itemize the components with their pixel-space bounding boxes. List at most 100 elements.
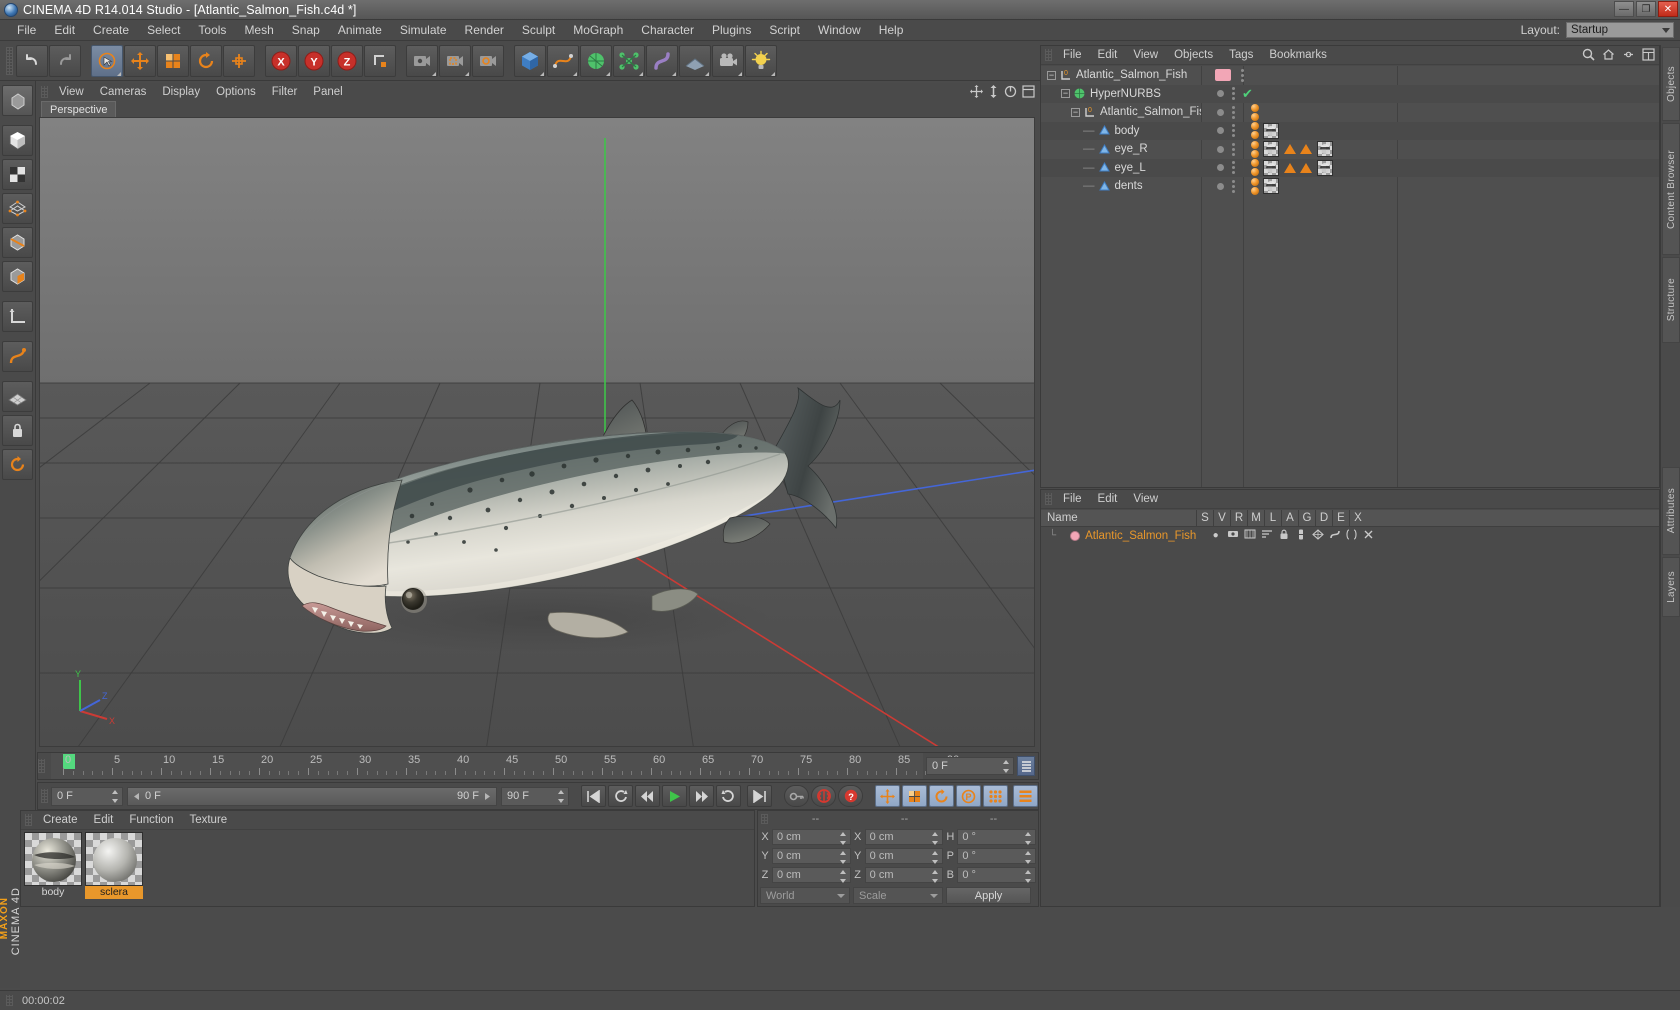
tag-ball-icon[interactable] <box>1251 159 1259 168</box>
layer-col-x[interactable]: X <box>1349 510 1366 526</box>
viewport-menu-cameras[interactable]: Cameras <box>92 85 155 99</box>
add-cube-button[interactable] <box>514 44 546 77</box>
model-mode-button[interactable] <box>2 125 33 156</box>
tag-ball-icon[interactable] <box>1251 186 1259 195</box>
preview-range-slider[interactable]: 0 F 90 F <box>127 786 497 806</box>
coord-input-rotation-h[interactable]: 0 ° <box>957 829 1037 845</box>
viewport-menu-panel[interactable]: Panel <box>305 85 350 99</box>
autokey-button[interactable] <box>811 785 836 807</box>
object-color-swatch[interactable] <box>1215 69 1231 82</box>
viewport-menu-view[interactable]: View <box>51 85 92 99</box>
scale-key-button[interactable] <box>902 785 927 807</box>
apply-button[interactable]: Apply <box>946 887 1031 904</box>
axis-y-button[interactable]: Y <box>298 44 330 77</box>
mm-menu-texture[interactable]: Texture <box>181 813 235 827</box>
coord-input-position-x[interactable]: 0 cm <box>772 829 851 845</box>
move-button[interactable] <box>124 44 156 77</box>
layer-row[interactable]: └ Atlantic_Salmon_Fish ● <box>1041 527 1659 544</box>
rotate-view-icon[interactable] <box>1004 85 1017 98</box>
visibility-dot-icon[interactable] <box>1217 182 1224 190</box>
workplane-grid-button[interactable] <box>2 381 33 412</box>
next-key-button[interactable] <box>716 785 741 807</box>
tag-ball-icon[interactable] <box>1251 112 1259 121</box>
visibility-dot-icon[interactable] <box>1217 90 1224 98</box>
menu-create[interactable]: Create <box>84 21 138 39</box>
layer-col-m[interactable]: M <box>1247 510 1264 526</box>
tag-group[interactable] <box>1251 122 1259 140</box>
visibility-dot-icon[interactable] <box>1217 164 1224 172</box>
selection-tag-icon[interactable] <box>1300 162 1312 173</box>
object-row-hypernurbs[interactable]: − HyperNURBS <box>1041 84 1201 103</box>
toolbar-grip[interactable] <box>6 46 13 75</box>
range-start-handle-icon[interactable] <box>132 792 141 801</box>
menu-help[interactable]: Help <box>870 21 913 39</box>
undo-button[interactable] <box>16 44 48 77</box>
object-manager-grip[interactable] <box>1045 49 1052 61</box>
menu-mesh[interactable]: Mesh <box>235 21 282 39</box>
object-row-body[interactable]: — body <box>1041 121 1201 140</box>
axis-modify-button[interactable] <box>2 301 33 332</box>
spinner-icon[interactable] <box>839 851 847 864</box>
visibility-dots-icon[interactable] <box>1230 142 1237 156</box>
add-spline-button[interactable] <box>547 44 579 77</box>
lm-menu-edit[interactable]: Edit <box>1090 492 1126 506</box>
viewport-menu-filter[interactable]: Filter <box>264 85 306 99</box>
add-hypernurbs-button[interactable] <box>580 44 612 77</box>
tag-ball-icon[interactable] <box>1251 168 1259 177</box>
om-menu-bookmarks[interactable]: Bookmarks <box>1261 48 1335 62</box>
visibility-dots-icon[interactable] <box>1230 161 1237 175</box>
search-icon[interactable] <box>1582 48 1595 61</box>
workplane-rotate-button[interactable] <box>2 449 33 480</box>
object-visibility-row[interactable]: ✔ <box>1201 84 1659 103</box>
coord-input-position-z[interactable]: 0 cm <box>772 867 851 883</box>
add-floor-button[interactable] <box>679 44 711 77</box>
menu-character[interactable]: Character <box>632 21 703 39</box>
spinner-icon[interactable] <box>112 789 119 803</box>
tag-ball-icon[interactable] <box>1251 131 1259 140</box>
om-menu-objects[interactable]: Objects <box>1166 48 1221 62</box>
mm-menu-create[interactable]: Create <box>35 813 86 827</box>
menu-sculpt[interactable]: Sculpt <box>513 21 564 39</box>
layer-visible-icon[interactable] <box>1224 529 1241 542</box>
object-visibility-row[interactable] <box>1201 140 1659 159</box>
menu-snap[interactable]: Snap <box>283 21 329 39</box>
layer-col-g[interactable]: G <box>1298 510 1315 526</box>
layer-col-d[interactable]: D <box>1315 510 1332 526</box>
visibility-dots-icon[interactable] <box>1230 105 1237 119</box>
selection-tag-icon[interactable] <box>1284 144 1296 155</box>
timeline-current-frame-field[interactable]: 0 F <box>926 757 1014 775</box>
material-item-sclera[interactable]: sclera <box>85 832 143 899</box>
texture-tag-icon[interactable] <box>1263 141 1279 158</box>
panel-layout-icon[interactable] <box>1642 48 1655 61</box>
viewport-tab-perspective[interactable]: Perspective <box>41 101 117 117</box>
close-button[interactable]: ✕ <box>1658 1 1678 17</box>
object-row-atlantic-salmon-fish-root[interactable]: − 0 Atlantic_Salmon_Fish <box>1041 66 1201 85</box>
layer-render-icon[interactable] <box>1241 529 1258 542</box>
coord-input-size-z[interactable]: 0 cm <box>864 867 944 883</box>
menu-plugins[interactable]: Plugins <box>703 21 760 39</box>
material-thumbnail[interactable] <box>85 832 143 886</box>
texture-tag-icon[interactable] <box>1263 178 1279 195</box>
tag-ball-icon[interactable] <box>1251 103 1259 112</box>
texture-tag-icon[interactable] <box>1263 159 1279 176</box>
object-visibility-row[interactable] <box>1201 177 1659 196</box>
menu-select[interactable]: Select <box>138 21 189 39</box>
object-visibility-row[interactable] <box>1201 121 1659 140</box>
viewport-3d-canvas[interactable]: Y X Z <box>39 117 1035 747</box>
scale-button[interactable] <box>157 44 189 77</box>
layer-col-l[interactable]: L <box>1264 510 1281 526</box>
tag-group[interactable] <box>1251 140 1259 158</box>
live-selection-button[interactable] <box>91 44 123 77</box>
visibility-dot-icon[interactable] <box>1217 127 1224 135</box>
layer-col-v[interactable]: V <box>1213 510 1230 526</box>
menu-window[interactable]: Window <box>809 21 870 39</box>
layer-color-swatch[interactable] <box>1070 530 1081 541</box>
visibility-dots-icon[interactable] <box>1239 68 1246 82</box>
layer-expression-icon[interactable] <box>1343 528 1360 543</box>
points-mode-button[interactable] <box>2 193 33 224</box>
layer-col-s[interactable]: S <box>1196 510 1213 526</box>
visibility-dots-icon[interactable] <box>1230 87 1237 101</box>
lock-workplane-button[interactable] <box>2 415 33 446</box>
viewport-grip[interactable] <box>41 86 48 98</box>
layer-xref-icon[interactable] <box>1360 529 1377 543</box>
